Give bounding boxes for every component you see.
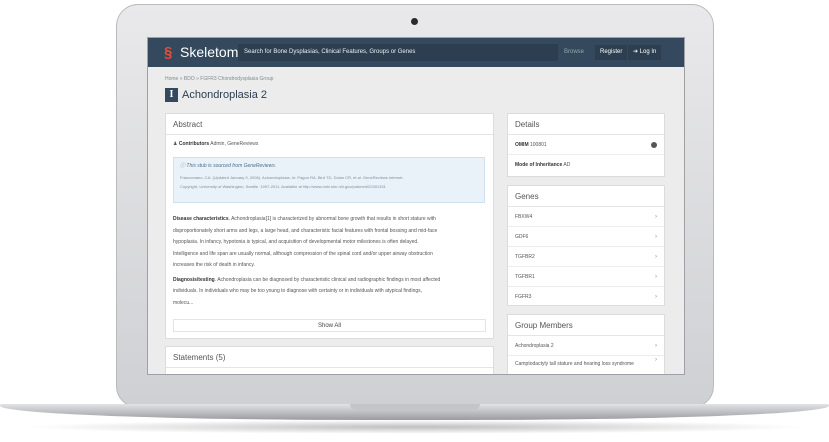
group-members-panel: Group Members Achondroplasia 2 › Camptoda… bbox=[507, 314, 665, 374]
omim-label: OMIM bbox=[515, 142, 529, 148]
gene-label: TGFBR1 bbox=[515, 274, 535, 280]
breadcrumb[interactable]: Home » BDO » FGFR3 Chondrodysplasia Grou… bbox=[165, 76, 273, 82]
notice-title: This stub is sourced from GeneReviews. bbox=[186, 163, 277, 169]
navbar: § Skeletome Search for Bone Dysplasias, … bbox=[148, 38, 684, 67]
abstract-text: Disease characteristics. Achondroplasia[… bbox=[173, 214, 488, 309]
contributors: ♟ Contributors Admin, GeneReviews bbox=[173, 141, 258, 147]
chevron-right-icon: › bbox=[655, 357, 657, 363]
abstract-text-line: hypoplasia. In infancy, hypotonia is typ… bbox=[173, 239, 419, 245]
globe-icon[interactable] bbox=[651, 142, 657, 148]
group-member-item[interactable]: Achondroplasia 2 › bbox=[508, 336, 664, 356]
chevron-right-icon: › bbox=[655, 343, 657, 349]
screen: § Skeletome Search for Bone Dysplasias, … bbox=[147, 37, 685, 375]
omim-value: 100801 bbox=[530, 142, 547, 148]
page-title: Achondroplasia 2 bbox=[182, 89, 268, 101]
abstract-text-line: Intelligence and life span are usually n… bbox=[173, 250, 433, 257]
chevron-right-icon: › bbox=[655, 294, 657, 300]
show-all-button[interactable]: Show All bbox=[173, 319, 486, 332]
contributors-value[interactable]: Admin, GeneReviews bbox=[210, 141, 258, 147]
contributors-label: Contributors bbox=[178, 141, 210, 147]
omim-row[interactable]: OMIM 100801 bbox=[508, 135, 664, 155]
genes-heading: Genes bbox=[508, 186, 664, 207]
abstract-heading: Abstract bbox=[166, 114, 493, 135]
notice-line-2: Copyright, University of Washington, Sea… bbox=[180, 184, 386, 189]
logo[interactable]: Skeletome bbox=[180, 44, 246, 61]
chevron-right-icon: › bbox=[655, 234, 657, 240]
details-heading: Details bbox=[508, 114, 664, 135]
chevron-right-icon: › bbox=[655, 214, 657, 220]
statements-panel: Statements (5) bbox=[165, 346, 494, 374]
chevron-right-icon: › bbox=[655, 254, 657, 260]
gene-item[interactable]: GDF6 › bbox=[508, 227, 664, 247]
gene-label: FBXW4 bbox=[515, 214, 533, 220]
genes-panel: Genes FBXW4 › GDF6 › TGFBR2 › TGFBR1 › FGFR3… bbox=[507, 185, 665, 306]
group-member-label: Camptodactyly tall stature and hearing l… bbox=[515, 361, 634, 367]
disease-characteristics-label: Disease characteristics bbox=[173, 216, 229, 222]
gene-label: TGFBR2 bbox=[515, 254, 535, 260]
register-button[interactable]: Register bbox=[595, 45, 628, 60]
inheritance-row: Mode of Inheritance AD bbox=[508, 155, 664, 175]
gene-item[interactable]: TGFBR1 › bbox=[508, 267, 664, 287]
details-panel: Details OMIM 100801 Mode of Inheritance … bbox=[507, 113, 665, 177]
title-badge: I bbox=[165, 88, 178, 102]
search-input[interactable]: Search for Bone Dysplasias, Clinical Fea… bbox=[238, 44, 558, 61]
abstract-text-line: . Achondroplasia can be diagnosed by cha… bbox=[214, 276, 441, 283]
login-button[interactable]: ➔ Log In bbox=[628, 45, 662, 60]
gene-item[interactable]: FBXW4 › bbox=[508, 207, 664, 227]
diagnosis-label: Diagnosis/testing bbox=[173, 276, 215, 283]
group-member-item[interactable]: Camptodactyly tall stature and hearing l… bbox=[508, 356, 664, 374]
abstract-text-line: molecu... bbox=[173, 299, 194, 306]
laptop-shadow bbox=[20, 420, 810, 434]
logo-icon: § bbox=[164, 44, 173, 61]
laptop-notch bbox=[350, 404, 480, 410]
abstract-panel: Abstract ♟ Contributors Admin, GeneRevie… bbox=[165, 113, 494, 339]
camera-icon bbox=[411, 18, 418, 25]
browse-link[interactable]: Browse bbox=[564, 44, 584, 61]
inheritance-value: AD bbox=[563, 162, 571, 168]
gene-item[interactable]: FGFR3 › bbox=[508, 287, 664, 307]
gene-item[interactable]: TGFBR2 › bbox=[508, 247, 664, 267]
inheritance-label: Mode of Inheritance bbox=[515, 162, 563, 168]
group-members-heading: Group Members bbox=[508, 315, 664, 336]
login-label: Log In bbox=[639, 49, 657, 55]
login-icon: ➔ bbox=[633, 49, 640, 55]
source-notice: ⓘ This stub is sourced from GeneReviews.… bbox=[173, 157, 485, 203]
gene-label: GDF6 bbox=[515, 234, 529, 240]
group-member-label: Achondroplasia 2 bbox=[515, 343, 554, 349]
notice-line-1: Francomano, CA. (Updated January 9, 2006… bbox=[180, 175, 404, 180]
abstract-text-line: increases the risk of death in infancy. bbox=[173, 262, 255, 268]
gene-label: FGFR3 bbox=[515, 294, 532, 300]
statements-heading[interactable]: Statements (5) bbox=[166, 347, 493, 368]
abstract-text-line: individuals. In individuals who may be t… bbox=[173, 288, 423, 294]
abstract-text-line: disproportionately short arms and legs, … bbox=[173, 227, 438, 234]
chevron-right-icon: › bbox=[655, 274, 657, 280]
abstract-text-line: . Achondroplasia[1] is characterized by … bbox=[228, 216, 436, 222]
